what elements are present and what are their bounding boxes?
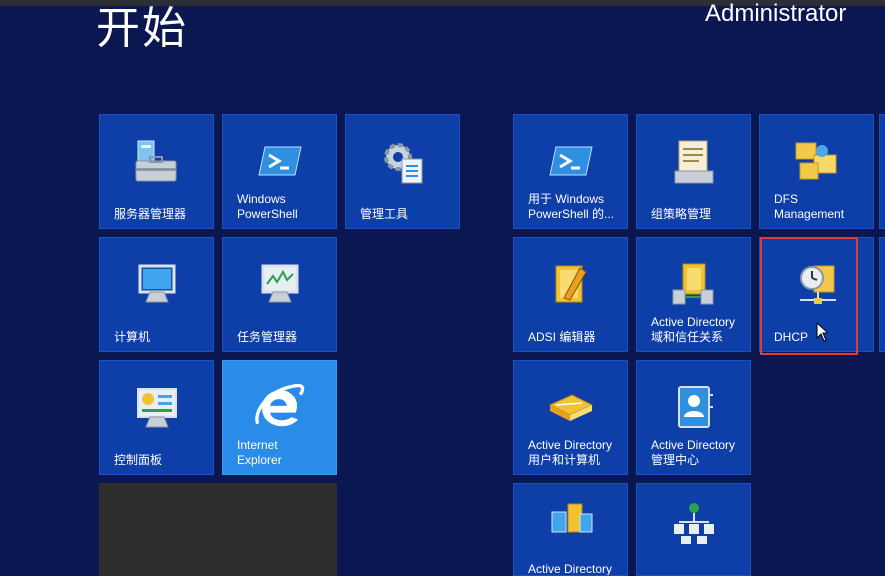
tile-label: Active Directory 管理中心 <box>651 438 736 467</box>
tile-ad-domains-trusts[interactable]: Active Directory 域和信任关系 <box>636 237 751 352</box>
mouse-cursor-icon <box>816 322 828 342</box>
tile-label: 用于 Windows PowerShell 的... <box>528 192 615 221</box>
tile-dfs-management[interactable]: DFS Management <box>759 114 874 229</box>
ad-sites-icon <box>551 503 593 533</box>
tile-computer[interactable]: 计算机 <box>99 237 214 352</box>
tile-server-manager[interactable]: 服务器管理器 <box>99 114 214 229</box>
tile-label: Active Directory 域和信任关系 <box>651 315 736 344</box>
tile-label: 组策略管理 <box>651 207 712 221</box>
tile-windows-powershell[interactable]: Windows PowerShell <box>222 114 337 229</box>
address-book-icon <box>548 394 594 421</box>
domain-trust-icon <box>672 263 714 305</box>
powershell-icon <box>549 146 593 176</box>
tile-offscreen-1[interactable] <box>879 114 885 229</box>
policy-scroll-icon <box>674 140 714 184</box>
tile-label: Windows PowerShell <box>237 192 298 221</box>
tile-adsi-edit[interactable]: ADSI 编辑器 <box>513 237 628 352</box>
tile-label: 控制面板 <box>114 453 163 467</box>
monitor-icon <box>138 264 176 303</box>
tile-admin-tools[interactable]: 管理工具 <box>345 114 460 229</box>
ad-sites-icon <box>674 503 714 544</box>
tile-desktop[interactable] <box>99 483 337 576</box>
folder-tree-icon <box>795 142 837 180</box>
tile-task-manager[interactable]: 任务管理器 <box>222 237 337 352</box>
tile-powershell-modules[interactable]: 用于 Windows PowerShell 的... <box>513 114 628 229</box>
tile-offscreen-2[interactable] <box>879 237 885 352</box>
start-title: 开始 <box>96 3 188 54</box>
control-panel-icon <box>137 388 177 428</box>
tile-label: 管理工具 <box>360 207 409 221</box>
tile-label: Internet Explorer <box>237 438 282 467</box>
tile-label: DFS Management <box>774 192 845 221</box>
tile-label: 服务器管理器 <box>114 207 187 221</box>
tile-label: ADSI 编辑器 <box>528 330 596 344</box>
ad-admin-center-icon <box>678 386 713 428</box>
tile-ad-sites-services[interactable]: Active Directory <box>513 483 628 576</box>
server-toolbox-icon <box>135 140 177 182</box>
tile-internet-explorer[interactable]: Internet Explorer <box>222 360 337 475</box>
tile-ad-tree[interactable] <box>636 483 751 576</box>
user-name[interactable]: Administrator <box>705 0 846 28</box>
tile-label: Active Directory 用户和计算机 <box>528 438 613 467</box>
powershell-icon <box>258 146 302 176</box>
tile-control-panel[interactable]: 控制面板 <box>99 360 214 475</box>
tile-group-policy[interactable]: 组策略管理 <box>636 114 751 229</box>
tile-label: Active Directory <box>528 562 613 576</box>
tile-ad-admin-center[interactable]: Active Directory 管理中心 <box>636 360 751 475</box>
internet-explorer-icon <box>255 383 305 427</box>
tile-ad-users-computers[interactable]: Active Directory 用户和计算机 <box>513 360 628 475</box>
gear-document-icon <box>384 143 423 184</box>
tile-label: 任务管理器 <box>237 330 298 344</box>
dhcp-clock-network-icon <box>800 265 836 304</box>
monitor-chart-icon <box>261 264 299 303</box>
notebook-pencil-icon <box>555 265 587 303</box>
tile-label: 计算机 <box>114 330 151 344</box>
